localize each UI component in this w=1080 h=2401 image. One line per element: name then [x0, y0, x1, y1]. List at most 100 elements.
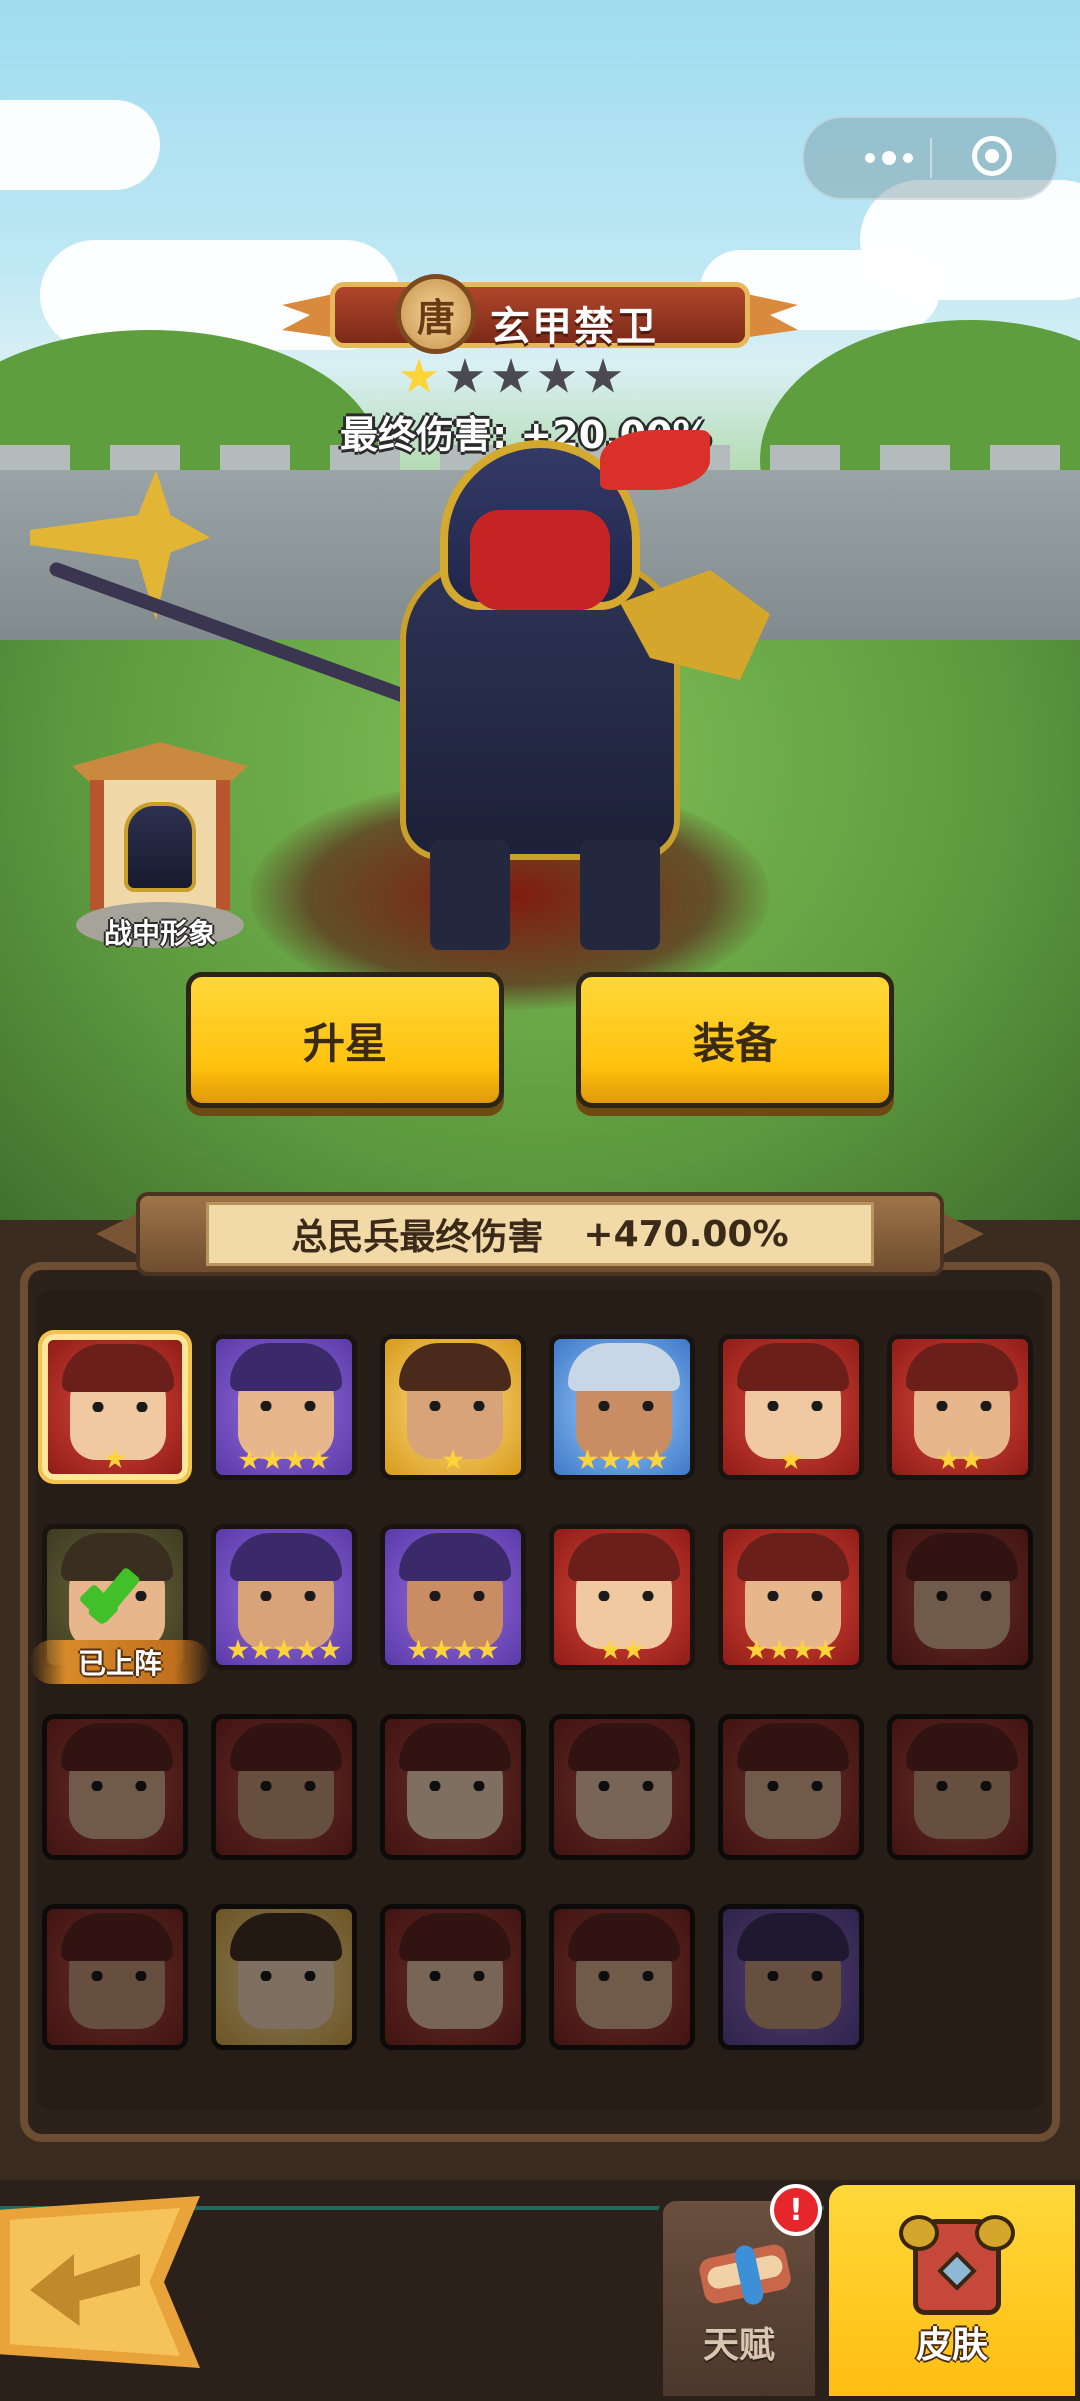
star-up-label: 升星	[302, 1018, 387, 1068]
hero-card[interactable]	[42, 1714, 188, 1860]
card-star-rating	[554, 1639, 690, 1661]
hero-eyes	[260, 1781, 316, 1791]
hero-headgear	[737, 1913, 849, 1961]
tab-skin-label: 皮肤	[915, 2325, 988, 2366]
hero-card[interactable]	[718, 1524, 864, 1670]
hero-headgear	[568, 1343, 680, 1391]
tab-talent-label: 天赋	[702, 2325, 775, 2366]
tab-skin[interactable]: 皮肤	[824, 2180, 1080, 2401]
hero-star-rating	[400, 358, 622, 396]
star-icon	[576, 1449, 599, 1470]
hero-eyes	[260, 1971, 316, 1981]
hero-card[interactable]	[380, 1334, 526, 1480]
hero-headgear	[906, 1533, 1018, 1581]
star-icon	[584, 358, 622, 393]
hero-eyes	[936, 1781, 992, 1791]
hero-headgear	[399, 1533, 511, 1581]
hero-headgear	[399, 1913, 511, 1961]
notification-badge: !	[770, 2184, 822, 2236]
hero-card[interactable]	[380, 1904, 526, 2050]
card-star-rating	[385, 1639, 521, 1661]
hero-headgear	[62, 1344, 174, 1392]
hero-headgear	[61, 1913, 173, 1961]
star-icon	[745, 1639, 768, 1660]
hero-eyes	[429, 1971, 485, 1981]
on-team-tag: 已上阵	[30, 1640, 210, 1684]
cloud	[0, 100, 160, 190]
hero-headgear	[568, 1723, 680, 1771]
star-icon	[622, 1639, 645, 1660]
hero-headgear	[61, 1723, 173, 1771]
hero-card[interactable]	[549, 1524, 695, 1670]
star-icon	[446, 358, 484, 393]
hero-headgear	[230, 1343, 342, 1391]
hero-card[interactable]	[718, 1334, 864, 1480]
hero-eyes	[936, 1591, 992, 1601]
card-star-rating	[892, 1449, 1028, 1471]
hero-headgear	[568, 1913, 680, 1961]
hero-card[interactable]	[211, 1714, 357, 1860]
hero-mask	[470, 510, 610, 610]
hero-eyes	[767, 1401, 823, 1411]
star-up-button[interactable]: 升星	[186, 972, 504, 1108]
hero-card[interactable]	[887, 1524, 1033, 1670]
hero-card[interactable]	[42, 1904, 188, 2050]
star-icon	[791, 1639, 814, 1660]
shrine-roof	[72, 742, 248, 782]
star-icon	[814, 1639, 837, 1660]
hero-eyes	[91, 1971, 147, 1981]
star-icon	[284, 1449, 307, 1470]
hero-card[interactable]	[549, 1714, 695, 1860]
hero-eyes	[429, 1781, 485, 1791]
plaque-text: 总民兵最终伤害 +470.00%	[206, 1202, 874, 1266]
hero-card[interactable]	[887, 1714, 1033, 1860]
hero-plume	[600, 430, 710, 490]
star-icon	[238, 1449, 261, 1470]
hero-card[interactable]	[380, 1524, 526, 1670]
hero-card[interactable]	[211, 1334, 357, 1480]
hero-legs	[430, 840, 660, 950]
hero-card[interactable]	[380, 1714, 526, 1860]
equip-button[interactable]: 装备	[576, 972, 894, 1108]
hero-card[interactable]	[887, 1334, 1033, 1480]
star-icon	[261, 1449, 284, 1470]
card-star-rating	[723, 1639, 859, 1661]
star-icon	[960, 1449, 983, 1470]
card-star-rating	[216, 1449, 352, 1471]
total-damage-label: 总民兵最终伤害	[291, 1217, 544, 1258]
more-menu-icon[interactable]	[844, 142, 934, 174]
equip-label: 装备	[692, 1018, 777, 1068]
hero-headgear	[737, 1533, 849, 1581]
hero-card[interactable]	[718, 1714, 864, 1860]
hero-card[interactable]	[42, 1334, 188, 1480]
hero-card[interactable]	[211, 1904, 357, 2050]
star-icon	[430, 1639, 453, 1660]
star-icon	[645, 1449, 668, 1470]
hero-name-banner: 唐 玄甲禁卫	[282, 272, 798, 362]
star-icon	[768, 1639, 791, 1660]
star-icon	[453, 1639, 476, 1660]
hero-card[interactable]	[549, 1904, 695, 2050]
miniprogram-capsule	[802, 116, 1058, 200]
hero-eyes	[767, 1591, 823, 1601]
close-miniprogram-icon[interactable]	[972, 136, 1012, 176]
hero-eyes	[767, 1781, 823, 1791]
hero-eyes	[429, 1401, 485, 1411]
hero-eyes	[598, 1781, 654, 1791]
star-icon	[476, 1639, 499, 1660]
star-icon	[780, 1449, 802, 1470]
battle-appearance-label: 战中形象	[103, 917, 216, 950]
star-icon	[538, 358, 576, 393]
hero-card[interactable]	[549, 1334, 695, 1480]
hero-eyes	[598, 1401, 654, 1411]
card-star-rating	[216, 1639, 352, 1661]
back-button[interactable]	[0, 2196, 200, 2368]
hero-headgear	[737, 1723, 849, 1771]
capsule-divider	[930, 138, 932, 178]
hero-headgear	[568, 1533, 680, 1581]
hero-headgear	[399, 1723, 511, 1771]
hero-card[interactable]	[718, 1904, 864, 2050]
hero-headgear	[230, 1533, 342, 1581]
hero-headgear	[399, 1343, 511, 1391]
hero-card[interactable]	[211, 1524, 357, 1670]
